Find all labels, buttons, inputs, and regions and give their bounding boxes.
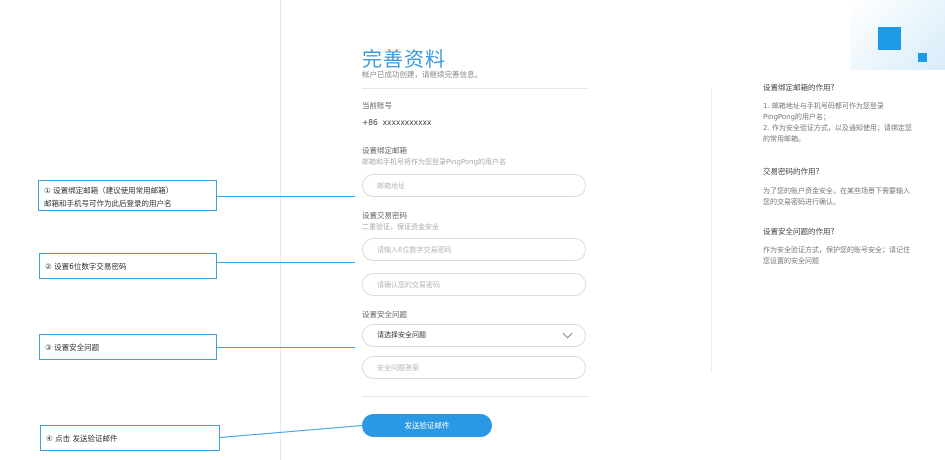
account-label: 当前账号 [362, 101, 392, 110]
faq-answer-email: 1. 邮箱地址与手机号码都可作为您登录PingPong的用户名； 2. 作为安全… [763, 102, 912, 143]
account-value: +86 xxxxxxxxxxx [362, 118, 431, 127]
pin-input[interactable] [362, 238, 586, 261]
callout-send-text: ④ 点击 发送验证邮件 [46, 434, 118, 443]
pin-label: 设置交易密码 [362, 211, 407, 220]
leader-line-send [220, 425, 363, 438]
callout-email: ① 设置绑定邮箱（建议使用常用邮箱） 邮箱和手机号可作为此后登录的用户名 [38, 180, 217, 211]
faq-answer-security: 作为安全验证方式，保护您的账号安全；请记住您设置的安全问题 [763, 246, 910, 265]
corner-square-small [918, 53, 927, 62]
masked-number: xxxxxxxxxxx [382, 118, 432, 127]
leader-line-email [217, 196, 355, 197]
security-question-value: 请选择安全问题 [377, 331, 426, 339]
email-label: 设置绑定邮箱 [362, 146, 407, 155]
callout-send: ④ 点击 发送验证邮件 [40, 425, 220, 451]
faq-question-email: 设置绑定邮箱的作用? [763, 83, 835, 92]
form-divider [362, 396, 588, 397]
country-code: +86 [362, 118, 378, 127]
faq-question-pin: 交易密码的作用? [763, 167, 820, 176]
email-input[interactable] [362, 174, 586, 197]
security-answer-input[interactable] [362, 356, 586, 379]
send-verification-button[interactable]: 发送验证邮件 [362, 414, 492, 437]
callout-security-text: ③ 设置安全问题 [45, 343, 100, 352]
faq-answer-pin: 为了您的账户资金安全，在某些场景下需要输入您的交易密码进行确认。 [763, 187, 910, 206]
callout-pin-text: ② 设置6位数字交易密码 [45, 262, 127, 271]
email-hint: 邮箱和手机号将作为您登录PingPong的用户名 [362, 158, 507, 166]
callout-email-line2: 邮箱和手机号可作为此后登录的用户名 [44, 199, 172, 208]
security-label: 设置安全问题 [362, 310, 407, 319]
page-title: 完善资料 [362, 47, 446, 71]
header-divider [362, 88, 588, 89]
corner-square-large [878, 27, 901, 50]
pin-confirm-input[interactable] [362, 273, 586, 296]
leader-line-security [217, 347, 355, 348]
callout-security: ③ 设置安全问题 [39, 334, 217, 360]
security-question-select[interactable]: 请选择安全问题 [362, 324, 586, 347]
page-subtitle: 帐户已成功创建，请继续完善信息。 [362, 70, 482, 79]
faq-question-security: 设置安全问题的作用? [763, 227, 835, 236]
chevron-down-icon [562, 328, 573, 339]
right-divider [711, 88, 712, 372]
pin-hint: 二重验证，保证资金安全 [362, 223, 439, 231]
callout-pin: ② 设置6位数字交易密码 [39, 253, 217, 279]
left-divider [280, 0, 281, 460]
callout-email-line1: ① 设置绑定邮箱（建议使用常用邮箱） [44, 186, 174, 195]
leader-line-pin [217, 262, 355, 263]
